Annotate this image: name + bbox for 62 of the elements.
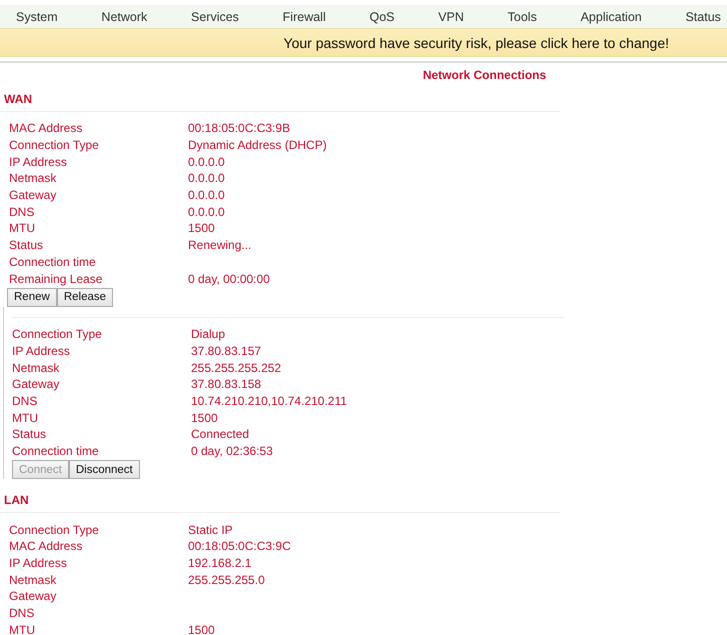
field-label: Connection Type xyxy=(9,138,100,152)
menu-item[interactable]: QoS xyxy=(369,10,394,24)
field-value: 37.80.83.157 xyxy=(191,344,262,358)
field-value: Renewing... xyxy=(188,238,252,252)
field-label: Gateway xyxy=(9,589,58,604)
field-value: 37.80.83.158 xyxy=(191,377,262,392)
menu-item[interactable]: Application xyxy=(580,10,642,24)
field-label: MTU xyxy=(9,221,36,236)
field-label: MTU xyxy=(9,622,36,635)
menu-item[interactable]: Firewall xyxy=(282,10,326,24)
action-button[interactable]: Release xyxy=(56,288,114,307)
field-label: MAC Address xyxy=(9,539,84,554)
action-button[interactable]: Renew xyxy=(7,288,57,307)
field-value: 0.0.0.0 xyxy=(188,188,225,202)
field-value: 255.255.255.0 xyxy=(188,572,265,587)
page-title: Network Connections xyxy=(422,68,546,82)
field-label: Status xyxy=(9,238,44,252)
action-button[interactable]: Disconnect xyxy=(68,460,140,480)
menu-item[interactable]: Status xyxy=(685,10,721,24)
field-label: MTU xyxy=(12,410,39,425)
field-value: Dynamic Address (DHCP) xyxy=(188,138,327,152)
menu-item[interactable]: System xyxy=(16,10,58,24)
section-heading: WAN xyxy=(3,91,33,108)
field-value: Dialup xyxy=(191,327,226,342)
field-value: 1500 xyxy=(191,410,218,425)
field-label: Connection Type xyxy=(12,327,103,342)
menu-item[interactable]: VPN xyxy=(438,10,464,24)
field-label: Status xyxy=(12,427,48,442)
field-value: 0 day, 00:00:00 xyxy=(188,272,270,286)
field-value: 1500 xyxy=(188,622,215,635)
field-label: Netmask xyxy=(12,360,60,375)
menu-item[interactable]: Tools xyxy=(508,10,537,24)
section-heading: LAN xyxy=(3,492,30,510)
field-value: Connected xyxy=(191,427,250,442)
field-label: Netmask xyxy=(9,171,58,186)
menu-item[interactable]: Network xyxy=(101,10,148,24)
menu-item[interactable]: Services xyxy=(191,10,239,24)
field-label: DNS xyxy=(9,204,36,219)
field-value: Static IP xyxy=(188,522,233,537)
field-label: DNS xyxy=(9,606,36,620)
field-value: 00:18:05:0C:C3:9B xyxy=(188,121,290,136)
field-label: IP Address xyxy=(9,154,68,169)
field-label: Connection time xyxy=(9,254,97,269)
field-label: IP Address xyxy=(12,344,71,358)
field-value: 0.0.0.0 xyxy=(188,204,225,219)
field-label: Connection Type xyxy=(9,522,100,537)
field-value: 00:18:05:0C:C3:9C xyxy=(188,539,291,554)
field-label: MAC Address xyxy=(9,121,84,136)
field-value: 192.168.2.1 xyxy=(188,556,252,570)
field-value: 0.0.0.0 xyxy=(188,154,225,169)
field-label: Gateway xyxy=(9,188,58,202)
field-label: IP Address xyxy=(9,556,68,570)
field-label: Netmask xyxy=(9,572,58,587)
field-value: 0.0.0.0 xyxy=(188,171,225,186)
field-value: 1500 xyxy=(188,221,215,236)
field-label: Remaining Lease xyxy=(9,272,104,286)
field-value: 0 day, 02:36:53 xyxy=(191,444,273,458)
field-value: 10.74.210.210,10.74.210.211 xyxy=(191,394,347,408)
field-value: 255.255.255.252 xyxy=(191,360,282,375)
field-label: Connection time xyxy=(12,444,100,458)
field-label: DNS xyxy=(12,394,38,408)
field-label: Gateway xyxy=(12,377,60,392)
